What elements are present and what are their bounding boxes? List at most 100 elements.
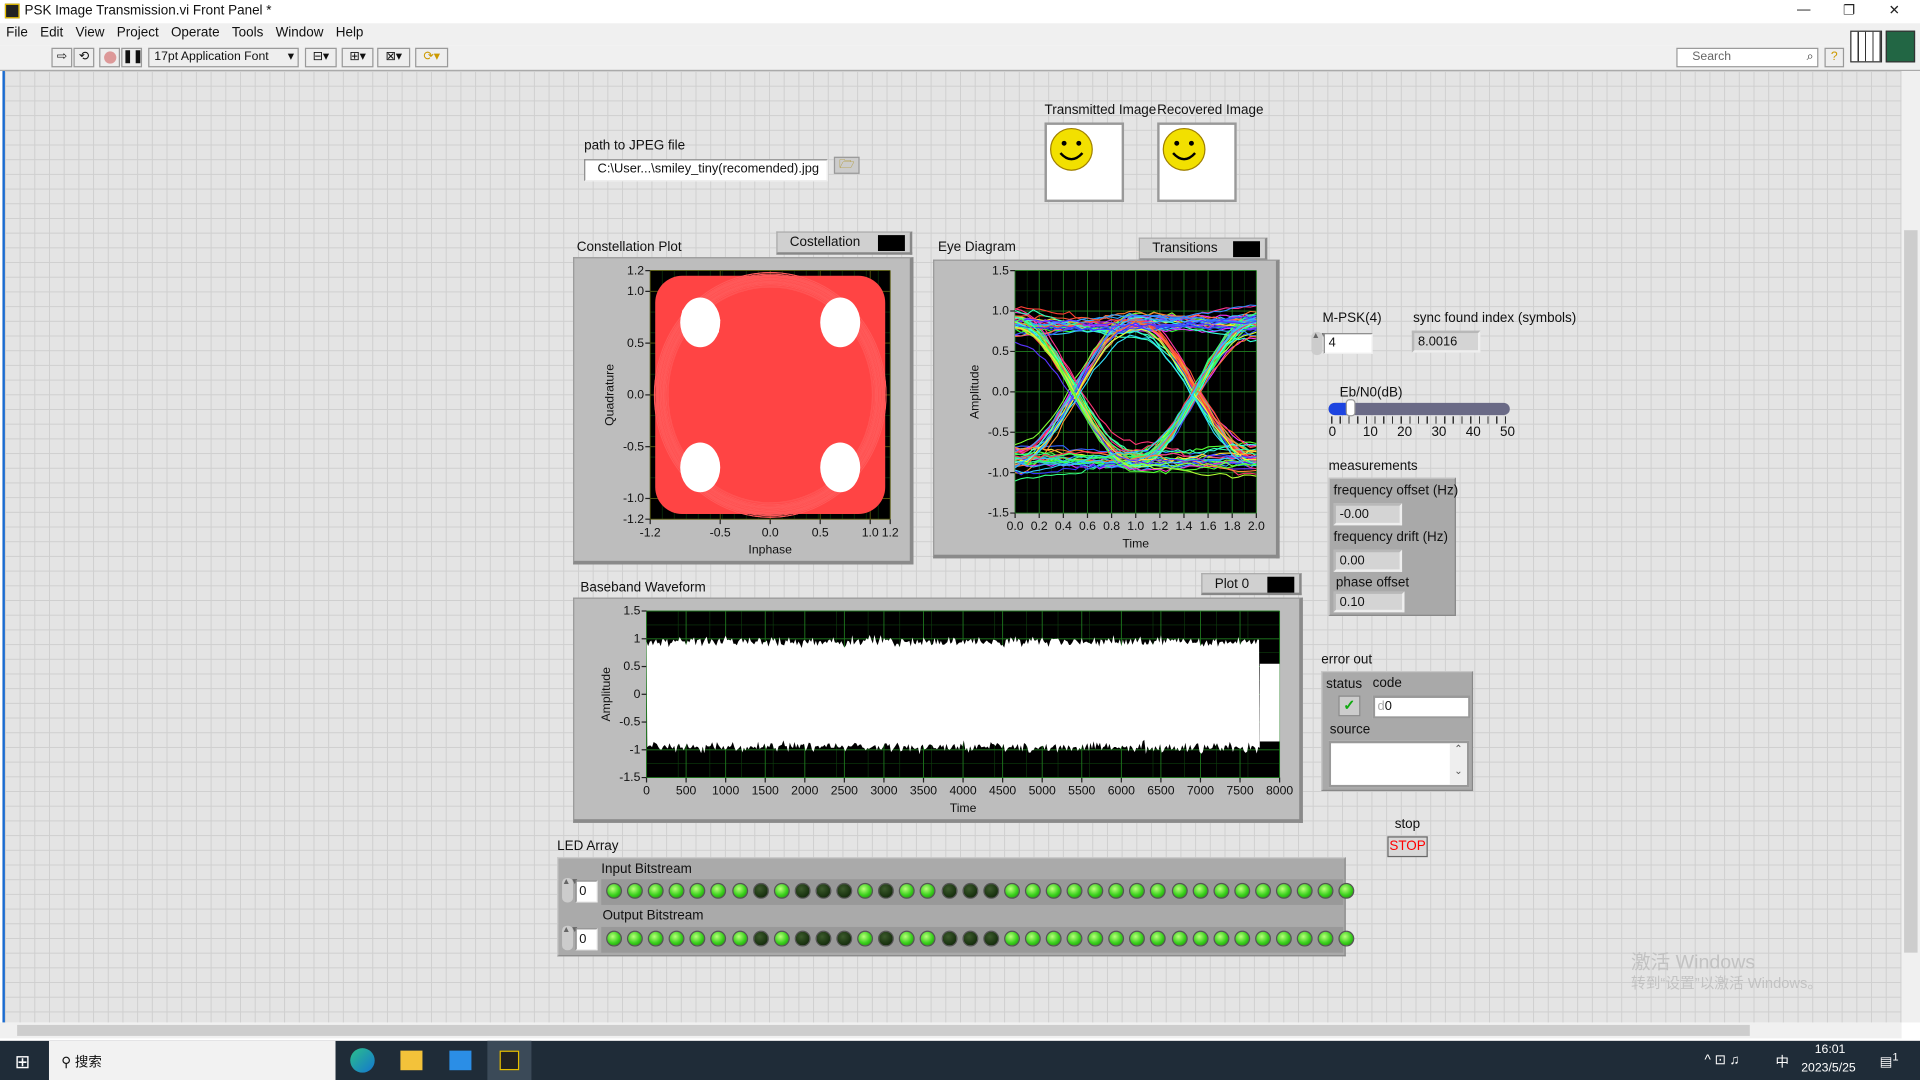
led[interactable]	[1003, 930, 1020, 947]
led[interactable]	[689, 930, 706, 947]
led[interactable]	[920, 882, 937, 899]
led[interactable]	[899, 930, 916, 947]
tray-icons[interactable]: ^ ⊡ ♫	[1705, 1052, 1740, 1068]
led[interactable]	[1234, 930, 1250, 947]
menu-edit[interactable]: Edit	[34, 23, 69, 43]
baseband-legend[interactable]: Plot 0	[1201, 573, 1302, 596]
led[interactable]	[668, 882, 685, 899]
resize-objects-icon[interactable]: ⊠▾	[377, 47, 411, 68]
output-index[interactable]: 0	[575, 928, 598, 951]
led[interactable]	[1024, 882, 1041, 899]
eye-legend[interactable]: Transitions	[1138, 237, 1268, 261]
close-button[interactable]: ✕	[1876, 2, 1913, 20]
led[interactable]	[710, 930, 727, 947]
notification-icon[interactable]: ▤1	[1880, 1051, 1899, 1070]
led[interactable]	[1234, 882, 1250, 899]
mpsk-stepper[interactable]: ▲▼	[1311, 331, 1328, 356]
input-index[interactable]: 0	[575, 880, 598, 903]
led[interactable]	[1171, 882, 1188, 899]
constellation-legend[interactable]: Costellation	[776, 231, 913, 255]
restore-button[interactable]: ❐	[1831, 2, 1868, 20]
pause-icon[interactable]: ❚❚	[121, 47, 143, 68]
led[interactable]	[857, 882, 874, 899]
clock-time[interactable]: 16:01	[1815, 1043, 1846, 1056]
led[interactable]	[961, 882, 978, 899]
led[interactable]	[1108, 930, 1125, 947]
vertical-scrollbar-thumb[interactable]	[1904, 230, 1918, 953]
led[interactable]	[1024, 930, 1041, 947]
led[interactable]	[1108, 882, 1125, 899]
led[interactable]	[878, 930, 895, 947]
minimize-button[interactable]: —	[1785, 2, 1822, 20]
led[interactable]	[941, 930, 957, 947]
led[interactable]	[1296, 930, 1313, 947]
run-continuously-icon[interactable]: ⟲	[73, 47, 95, 68]
menu-tools[interactable]: Tools	[226, 23, 270, 43]
led[interactable]	[1275, 882, 1292, 899]
mail-icon[interactable]	[449, 1050, 472, 1071]
browse-folder-icon[interactable]: 🗁	[833, 156, 860, 174]
labview-taskbar-icon[interactable]	[487, 1040, 532, 1080]
led[interactable]	[710, 882, 727, 899]
run-arrow-icon[interactable]: ⇨	[51, 47, 73, 68]
led[interactable]	[1129, 882, 1146, 899]
led[interactable]	[920, 930, 937, 947]
led[interactable]	[731, 882, 748, 899]
font-select[interactable]: 17pt Application Font ▾	[148, 47, 299, 68]
menu-project[interactable]: Project	[111, 23, 165, 43]
led[interactable]	[836, 930, 853, 947]
led[interactable]	[836, 882, 853, 899]
led[interactable]	[878, 882, 895, 899]
vi-icon[interactable]	[1885, 30, 1916, 63]
connector-pane-icon[interactable]	[1850, 30, 1883, 63]
led[interactable]	[1129, 930, 1146, 947]
led[interactable]	[1003, 882, 1020, 899]
led[interactable]	[752, 930, 769, 947]
led[interactable]	[773, 882, 790, 899]
reorder-icon[interactable]: ⟳▾	[415, 47, 449, 68]
led[interactable]	[794, 882, 811, 899]
led[interactable]	[1045, 930, 1062, 947]
led[interactable]	[1317, 930, 1334, 947]
path-input[interactable]: C:\User...\smiley_tiny(recomended).jpg	[584, 159, 828, 182]
clock-date[interactable]: 2023/5/25	[1801, 1062, 1855, 1075]
led[interactable]	[1296, 882, 1313, 899]
led[interactable]	[1275, 930, 1292, 947]
output-index-stepper[interactable]: ▲▼	[562, 925, 579, 951]
file-explorer-icon[interactable]	[400, 1050, 423, 1071]
source-scrollbar[interactable]: ⌃ ⌄	[1449, 743, 1467, 785]
edge-icon[interactable]	[350, 1048, 375, 1073]
led[interactable]	[1045, 882, 1062, 899]
led[interactable]	[689, 882, 706, 899]
menu-window[interactable]: Window	[269, 23, 329, 43]
led[interactable]	[1087, 930, 1104, 947]
menu-file[interactable]: File	[0, 23, 34, 43]
led[interactable]	[1213, 930, 1230, 947]
led[interactable]	[752, 882, 769, 899]
led[interactable]	[1192, 882, 1209, 899]
align-objects-icon[interactable]: ⊟▾	[304, 47, 337, 68]
windows-start-icon[interactable]: ⊞	[15, 1051, 30, 1073]
led[interactable]	[1192, 930, 1209, 947]
horizontal-scrollbar-thumb[interactable]	[17, 1024, 1750, 1036]
vertical-scrollbar[interactable]	[1901, 71, 1920, 1023]
led[interactable]	[606, 930, 623, 947]
led[interactable]	[982, 882, 999, 899]
led[interactable]	[1066, 882, 1083, 899]
led[interactable]	[982, 930, 999, 947]
led[interactable]	[1213, 882, 1230, 899]
led[interactable]	[961, 930, 978, 947]
led[interactable]	[1254, 882, 1271, 899]
led[interactable]	[1171, 930, 1188, 947]
led[interactable]	[1066, 930, 1083, 947]
menu-view[interactable]: View	[69, 23, 110, 43]
distribute-objects-icon[interactable]: ⊞▾	[341, 47, 374, 68]
led[interactable]	[857, 930, 874, 947]
search-input[interactable]: Search ⌕	[1676, 47, 1819, 68]
menu-help[interactable]: Help	[330, 23, 370, 43]
led[interactable]	[1087, 882, 1104, 899]
input-index-stepper[interactable]: ▲▼	[562, 877, 579, 903]
led[interactable]	[606, 882, 623, 899]
led[interactable]	[794, 930, 811, 947]
led[interactable]	[731, 930, 748, 947]
